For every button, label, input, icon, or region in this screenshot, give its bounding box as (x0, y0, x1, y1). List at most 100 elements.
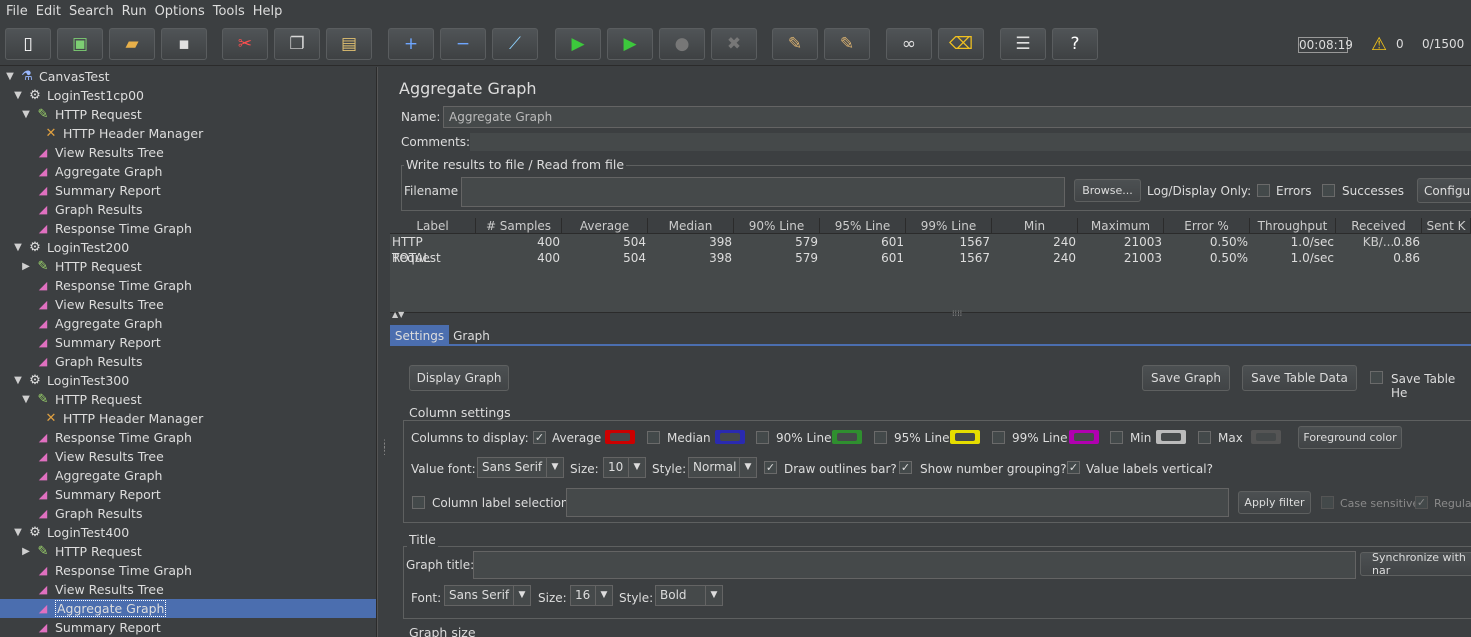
expand-toggle-icon[interactable]: ▶ (20, 546, 32, 557)
templates-button[interactable]: ▣ (57, 28, 103, 60)
tree-node[interactable]: ▼ ✎ HTTP Request (20, 390, 142, 409)
tree-node[interactable]: ▼ ⚙ LoginTest200 (12, 238, 129, 257)
expand-toggle-icon[interactable]: ▼ (12, 242, 24, 253)
tree-node[interactable]: ◢ View Results Tree (20, 447, 164, 466)
graph-title-field[interactable] (473, 551, 1356, 579)
column-header[interactable]: # Samples (476, 218, 562, 234)
column-header[interactable]: Error % (1164, 218, 1250, 234)
expand-toggle-icon[interactable]: ▼ (12, 527, 24, 538)
table-split-divider[interactable]: ▲▼ ⁞⁞⁞⁞ (390, 309, 1471, 320)
errors-checkbox[interactable] (1257, 184, 1270, 197)
column-median-checkbox[interactable] (647, 431, 660, 444)
column-header[interactable]: Maximum (1078, 218, 1164, 234)
tree-node[interactable]: ▶ ✎ HTTP Request (20, 542, 142, 561)
tree-node[interactable]: ◢ Aggregate Graph (20, 162, 163, 181)
tree-node[interactable]: ▼ ⚙ LoginTest400 (12, 523, 129, 542)
search-button[interactable]: ∞ (886, 28, 932, 60)
tree-node[interactable]: ▼ ⚗ CanvasTest (4, 67, 109, 86)
stop-button[interactable]: ● (659, 28, 705, 60)
tree-node[interactable]: ◢ Aggregate Graph (20, 466, 163, 485)
menu-file[interactable]: File (4, 4, 34, 19)
save-button[interactable]: ▪ (161, 28, 207, 60)
display-graph-button[interactable]: Display Graph (409, 365, 509, 391)
clear-button[interactable]: ✎ (772, 28, 818, 60)
apply-filter-button[interactable]: Apply filter (1238, 491, 1311, 514)
tree-node[interactable]: ◢ Graph Results (20, 504, 143, 523)
column-header[interactable]: Received KB/... (1336, 218, 1422, 249)
warning-icon[interactable]: ⚠ (1371, 34, 1387, 55)
title-size-select[interactable]: 16 ▼ (570, 585, 613, 606)
collapse-arrows-icon[interactable]: ▲▼ (392, 310, 404, 319)
expand-toggle-icon[interactable]: ▶ (20, 261, 32, 272)
tree-node[interactable]: ▼ ⚙ LoginTest1cp00 (12, 86, 144, 105)
column-average-checkbox[interactable]: ✓ (533, 431, 546, 444)
table-row[interactable]: TOTAL 400 504 398 579 601 1567 240 21003 0.50% 1.0… (390, 250, 1471, 266)
clear-all-button[interactable]: ✎ (824, 28, 870, 60)
expand-button[interactable]: + (388, 28, 434, 60)
tree-node[interactable]: ◢ View Results Tree (20, 580, 164, 599)
expand-toggle-icon[interactable]: ▼ (12, 90, 24, 101)
save-table-header-checkbox[interactable] (1370, 371, 1383, 384)
column-header[interactable]: Label (390, 218, 476, 234)
tree-node[interactable]: ◢ Summary Report (20, 485, 161, 504)
tree-node[interactable]: ◢ View Results Tree (20, 295, 164, 314)
tree-node[interactable]: ◢ Aggregate Graph (0, 599, 376, 618)
expand-toggle-icon[interactable]: ▼ (20, 109, 32, 120)
splitter-grip-icon[interactable]: ⋮ ⋮ ⋮ (380, 440, 389, 457)
column-99-line-checkbox[interactable] (992, 431, 1005, 444)
menu-search[interactable]: Search (67, 4, 120, 19)
save-table-data-button[interactable]: Save Table Data (1242, 365, 1357, 391)
tab-graph[interactable]: Graph (449, 325, 494, 346)
menu-tools[interactable]: Tools (211, 4, 251, 19)
start-button[interactable]: ▶ (555, 28, 601, 60)
labels-vertical-checkbox[interactable]: ✓ (1067, 461, 1080, 474)
menu-options[interactable]: Options (153, 4, 211, 19)
column-color-swatch[interactable] (715, 430, 745, 444)
tree-node[interactable]: ◢ Response Time Graph (20, 276, 192, 295)
function-helper-button[interactable]: ☰ (1000, 28, 1046, 60)
tree-node[interactable]: ◢ Summary Report (20, 333, 161, 352)
tree-node[interactable]: ◢ Summary Report (20, 181, 161, 200)
tree-node[interactable]: ▼ ⚙ LoginTest300 (12, 371, 129, 390)
column-color-swatch[interactable] (950, 430, 980, 444)
menu-run[interactable]: Run (120, 4, 153, 19)
column-header[interactable]: 95% Line (820, 218, 906, 234)
value-font-select[interactable]: Sans Serif ▼ (477, 457, 564, 478)
case-sensitive-checkbox[interactable] (1321, 496, 1334, 509)
shutdown-button[interactable]: ✖ (711, 28, 757, 60)
test-plan-tree[interactable]: ▼ ⚗ CanvasTest ▼ ⚙ LoginTest1cp00 ▼ ✎ HTTP Reque… (0, 67, 377, 637)
show-grouping-checkbox[interactable]: ✓ (899, 461, 912, 474)
expand-toggle-icon[interactable]: ▼ (20, 394, 32, 405)
tree-node[interactable]: ◢ Response Time Graph (20, 561, 192, 580)
tree-node[interactable]: ◢ Response Time Graph (20, 219, 192, 238)
tree-node[interactable]: ◢ View Results Tree (20, 143, 164, 162)
tree-node[interactable]: ✕ HTTP Header Manager (28, 124, 204, 143)
column-header[interactable]: Median (648, 218, 734, 234)
column-color-swatch[interactable] (1251, 430, 1281, 444)
column-label-filter-field[interactable] (566, 488, 1229, 517)
split-pane-divider[interactable] (377, 67, 389, 637)
column-95-line-checkbox[interactable] (874, 431, 887, 444)
column-color-swatch[interactable] (1069, 430, 1099, 444)
draw-outlines-checkbox[interactable]: ✓ (764, 461, 777, 474)
aggregate-table[interactable]: Label # Samples Average Median 90% Line 95% L… (390, 218, 1471, 312)
foreground-color-button[interactable]: Foreground color (1298, 426, 1402, 449)
menu-help[interactable]: Help (251, 4, 289, 19)
column-header[interactable]: 90% Line (734, 218, 820, 234)
column-header[interactable]: Average (562, 218, 648, 234)
divider-grip-icon[interactable]: ⁞⁞⁞⁞ (952, 309, 962, 318)
title-style-select[interactable]: Bold ▼ (655, 585, 723, 606)
collapse-button[interactable]: − (440, 28, 486, 60)
column-header[interactable]: Throughput (1250, 218, 1336, 234)
successes-checkbox[interactable] (1322, 184, 1335, 197)
new-button[interactable]: ▯ (5, 28, 51, 60)
tree-node[interactable]: ▼ ✎ HTTP Request (20, 105, 142, 124)
value-size-select[interactable]: 10 ▼ (603, 457, 646, 478)
toggle-button[interactable]: ⟋ (492, 28, 538, 60)
column-90-line-checkbox[interactable] (756, 431, 769, 444)
column-header[interactable]: Min (992, 218, 1078, 234)
column-max-checkbox[interactable] (1198, 431, 1211, 444)
tree-node[interactable]: ✕ HTTP Header Manager (28, 409, 204, 428)
column-label-selection-checkbox[interactable] (412, 496, 425, 509)
regular-expression-checkbox[interactable]: ✓ (1415, 496, 1428, 509)
